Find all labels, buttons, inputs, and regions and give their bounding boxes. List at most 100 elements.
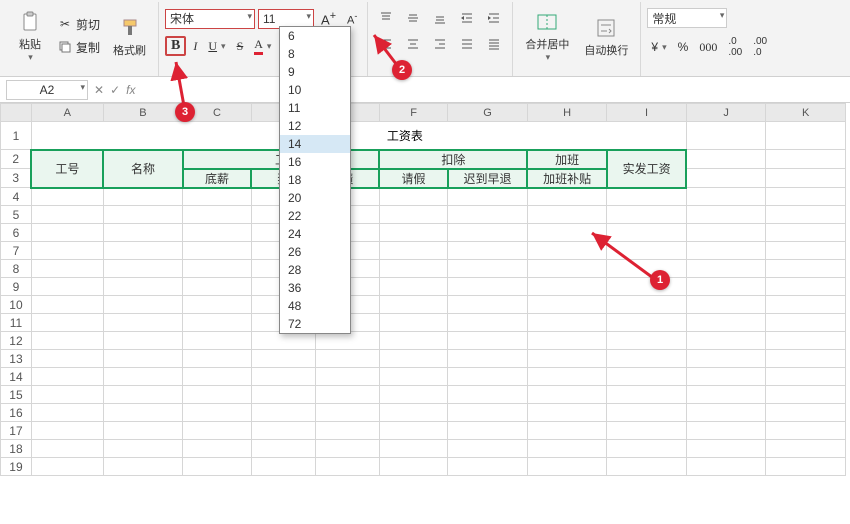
row-header[interactable]: 9 [1,278,32,296]
cell[interactable] [766,350,846,368]
cell[interactable] [527,188,607,206]
cell[interactable] [31,386,103,404]
cell[interactable] [766,368,846,386]
format-painter-button[interactable]: 格式刷 [107,10,152,62]
cell[interactable] [607,314,687,332]
cell[interactable] [527,404,607,422]
cell[interactable] [766,458,846,476]
cell[interactable] [315,386,379,404]
currency-button[interactable]: ¥▾ [647,38,670,56]
cell[interactable] [183,224,251,242]
row-header[interactable]: 4 [1,188,32,206]
cell[interactable]: 扣除 [379,150,527,169]
cell[interactable] [103,422,183,440]
indent-dec-button[interactable] [455,8,479,28]
cell[interactable] [527,458,607,476]
cell[interactable] [448,422,528,440]
cell[interactable] [251,440,315,458]
cell[interactable] [527,440,607,458]
row-header[interactable]: 17 [1,422,32,440]
cell[interactable] [766,422,846,440]
cell[interactable] [183,368,251,386]
font-size-option[interactable]: 14 [280,135,350,153]
cell[interactable] [766,206,846,224]
cell[interactable] [766,224,846,242]
cell[interactable] [686,404,766,422]
font-size-option[interactable]: 18 [280,171,350,189]
cell[interactable] [448,332,528,350]
cell[interactable] [686,150,766,169]
cell[interactable] [607,206,687,224]
font-size-dropdown[interactable]: 6891011121416182022242628364872 [279,26,351,334]
cell[interactable] [103,368,183,386]
cell[interactable] [251,458,315,476]
cell[interactable] [103,242,183,260]
cell[interactable] [527,368,607,386]
cell[interactable] [448,296,528,314]
cell[interactable]: 工号 [31,150,103,188]
cell[interactable] [315,404,379,422]
font-size-option[interactable]: 48 [280,297,350,315]
cell[interactable] [251,404,315,422]
cell[interactable] [103,314,183,332]
cell[interactable] [31,206,103,224]
cell[interactable] [183,386,251,404]
col-header[interactable]: I [607,104,687,122]
col-header[interactable]: K [766,104,846,122]
font-size-option[interactable]: 26 [280,243,350,261]
font-color-button[interactable]: A▾ [250,35,275,57]
inc-decimal-button[interactable]: .0.00 [724,34,746,60]
cell[interactable] [766,386,846,404]
cell[interactable] [379,206,447,224]
cell[interactable] [766,169,846,188]
row-header[interactable]: 6 [1,224,32,242]
col-header[interactable]: F [379,104,447,122]
cell[interactable] [31,188,103,206]
row-header[interactable]: 13 [1,350,32,368]
cell[interactable] [527,206,607,224]
cell[interactable] [103,350,183,368]
sheet-table[interactable]: A B C D E F G H I J K 1王工资表2工号名称工扣除加班实发工… [0,103,846,476]
cell[interactable] [686,314,766,332]
font-size-option[interactable]: 10 [280,81,350,99]
font-name-combo[interactable]: 宋体 ▾ [165,9,255,29]
cell[interactable] [183,404,251,422]
cell[interactable] [315,368,379,386]
cell[interactable] [686,440,766,458]
cell[interactable] [527,314,607,332]
cell[interactable] [31,422,103,440]
cell[interactable] [448,404,528,422]
cell[interactable]: 迟到早退 [448,169,528,188]
justify-button[interactable] [455,34,479,54]
cell[interactable] [379,386,447,404]
cell[interactable] [183,458,251,476]
cell[interactable] [183,206,251,224]
cell[interactable] [103,440,183,458]
cell[interactable] [766,242,846,260]
cell[interactable] [766,122,846,150]
cell[interactable] [103,188,183,206]
cut-button[interactable]: ✂ 剪切 [53,14,104,35]
cell[interactable] [183,422,251,440]
col-header[interactable]: J [686,104,766,122]
cell[interactable] [379,188,447,206]
font-size-option[interactable]: 16 [280,153,350,171]
cell[interactable] [379,404,447,422]
cell[interactable] [686,224,766,242]
number-format-combo[interactable]: 常规 ▾ [647,8,727,28]
cell[interactable] [379,458,447,476]
cell[interactable] [766,404,846,422]
cell[interactable] [527,386,607,404]
cell[interactable] [686,332,766,350]
cell[interactable] [251,350,315,368]
cell[interactable] [315,332,379,350]
cell[interactable] [448,386,528,404]
cell[interactable] [686,422,766,440]
cell[interactable] [379,350,447,368]
cell[interactable]: 实发工资 [607,150,687,188]
cell[interactable] [31,314,103,332]
cell[interactable] [379,296,447,314]
row-header[interactable]: 19 [1,458,32,476]
cell[interactable] [686,242,766,260]
row-header[interactable]: 7 [1,242,32,260]
